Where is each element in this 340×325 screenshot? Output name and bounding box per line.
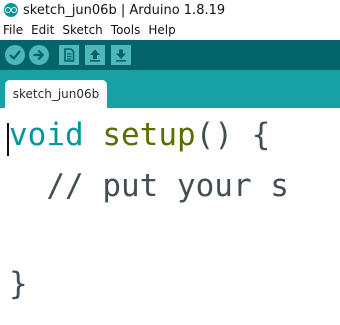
menu-bar: File Edit Sketch Tools Help: [0, 20, 340, 40]
upload-button[interactable]: [29, 45, 49, 65]
window-title: sketch_jun06b | Arduino 1.8.19: [23, 2, 226, 18]
code-line: void setup() {: [9, 116, 270, 154]
code-line: // put your s: [9, 167, 289, 205]
title-bar: sketch_jun06b | Arduino 1.8.19: [0, 0, 340, 20]
open-button[interactable]: [85, 45, 105, 65]
toolbar: [0, 40, 340, 70]
code-brace: }: [9, 266, 28, 302]
arduino-logo-icon: [4, 3, 18, 17]
arrow-up-icon: [90, 49, 100, 62]
verify-button[interactable]: [5, 45, 25, 65]
code-function: setup: [102, 117, 196, 153]
arrow-right-icon: [33, 50, 44, 60]
arrow-down-icon: [116, 49, 126, 62]
menu-edit[interactable]: Edit: [27, 23, 58, 37]
code-punctuation: () {: [195, 117, 271, 153]
code-line: }: [9, 265, 28, 303]
tab-bar: sketch_jun06b: [0, 70, 340, 108]
menu-tools[interactable]: Tools: [107, 23, 145, 37]
tab-label: sketch_jun06b: [12, 87, 100, 101]
new-button[interactable]: [59, 45, 79, 65]
code-keyword: void: [9, 117, 84, 153]
menu-help[interactable]: Help: [144, 23, 179, 37]
checkmark-icon: [9, 50, 21, 60]
menu-file[interactable]: File: [0, 23, 27, 37]
new-file-icon: [64, 48, 75, 62]
tab-sketch[interactable]: sketch_jun06b: [5, 80, 107, 108]
save-button[interactable]: [111, 45, 131, 65]
menu-sketch[interactable]: Sketch: [58, 23, 106, 37]
code-comment: // put your s: [46, 168, 289, 204]
code-editor[interactable]: void setup() { // put your s }: [0, 108, 340, 325]
